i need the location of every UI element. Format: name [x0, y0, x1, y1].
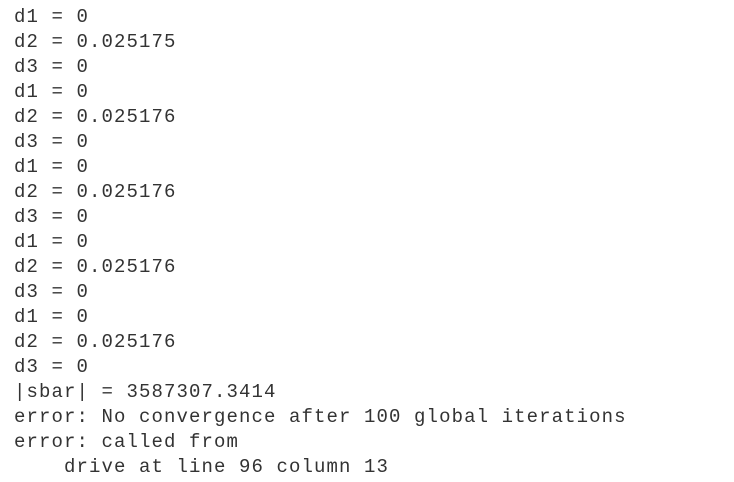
console-line: d3 = 0 — [14, 356, 90, 378]
console-line: error: called from — [14, 431, 240, 453]
console-line: d2 = 0.025176 — [14, 181, 177, 203]
console-line: d1 = 0 — [14, 6, 90, 28]
console-line: d3 = 0 — [14, 131, 90, 153]
console-line: d1 = 0 — [14, 81, 90, 103]
console-line: d1 = 0 — [14, 231, 90, 253]
console-line: |sbar| = 3587307.3414 — [14, 381, 277, 403]
console-line: d2 = 0.025176 — [14, 106, 177, 128]
console-line: d2 = 0.025175 — [14, 31, 177, 53]
console-line: d2 = 0.025176 — [14, 331, 177, 353]
console-line: d2 = 0.025176 — [14, 256, 177, 278]
console-line: d1 = 0 — [14, 156, 90, 178]
console-line: drive at line 96 column 13 — [14, 456, 390, 478]
console-output: d1 = 0 d2 = 0.025175 d3 = 0 d1 = 0 d2 = 0.02… — [14, 5, 627, 480]
console-line: d3 = 0 — [14, 206, 90, 228]
console-line: error: No convergence after 100 global i… — [14, 406, 627, 428]
console-line: d3 = 0 — [14, 56, 90, 78]
console-line: d3 = 0 — [14, 281, 90, 303]
console-line: d1 = 0 — [14, 306, 90, 328]
